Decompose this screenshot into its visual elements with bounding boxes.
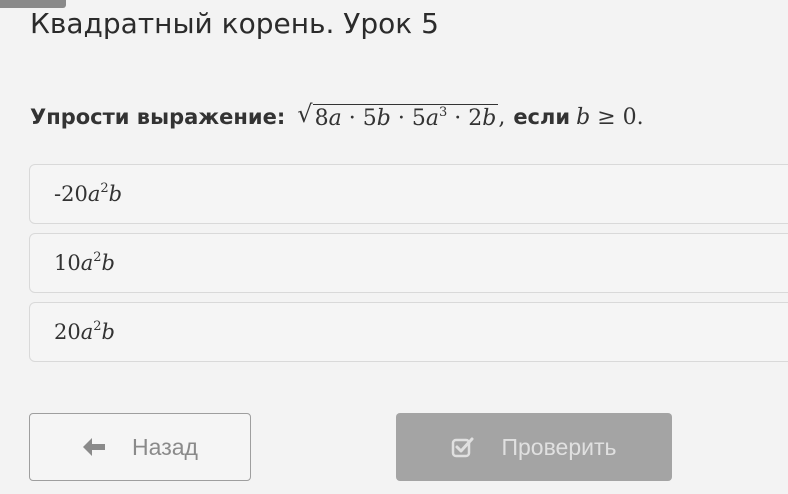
square-root-expression: √ 8a · 5b · 5a3 · 2b	[297, 100, 499, 131]
condition-expression: b ≥ 0.	[576, 105, 644, 130]
answer-option-label: -20a2b	[54, 182, 122, 206]
option-var-b: b	[101, 320, 115, 344]
answer-option-2[interactable]: 10a2b	[29, 233, 788, 293]
answer-option-label: 20a2b	[54, 320, 115, 344]
radicand-term-1-coef: 8	[314, 106, 329, 131]
option-coef: 10	[54, 251, 81, 275]
radicand-term-1-var: a	[328, 106, 342, 131]
lesson-title: Квадратный корень. Урок 5	[30, 7, 439, 40]
back-button[interactable]: Назад	[29, 413, 251, 481]
question-comma: ,	[498, 105, 506, 130]
condition-value: 0.	[622, 105, 644, 130]
option-var-b: b	[101, 251, 115, 275]
radicand-dot: ·	[454, 106, 462, 131]
condition-var: b	[576, 105, 591, 130]
condition-operator: ≥	[597, 105, 616, 130]
option-var-a: a	[80, 251, 94, 275]
radicand-term-3-coef: 5	[411, 106, 426, 131]
radicand-term-2-var: b	[376, 106, 391, 131]
check-button-label: Проверить	[501, 433, 617, 460]
option-exponent: 2	[93, 319, 102, 334]
option-exponent: 2	[100, 181, 109, 196]
option-coef: 20	[61, 182, 88, 206]
option-coef: 20	[54, 320, 81, 344]
check-button[interactable]: Проверить	[396, 413, 672, 481]
answer-option-3[interactable]: 20a2b	[29, 302, 788, 362]
option-var-a: a	[87, 182, 101, 206]
option-var-a: a	[80, 320, 94, 344]
question-label: Упрости выражение:	[30, 105, 286, 129]
radicand-term-3-exponent: 3	[438, 105, 448, 120]
radicand-term-4-coef: 2	[468, 106, 483, 131]
answer-option-label: 10a2b	[54, 251, 115, 275]
radicand-dot: ·	[397, 106, 405, 131]
radicand: 8a · 5b · 5a3 · 2b	[312, 104, 499, 131]
back-button-label: Назад	[132, 433, 198, 460]
arrow-left-icon	[82, 437, 106, 457]
question-text: Упрости выражение: √ 8a · 5b · 5a3 · 2b …	[30, 100, 644, 131]
answer-option-1[interactable]: -20a2b	[29, 164, 788, 224]
option-var-b: b	[108, 182, 123, 206]
radicand-term-3-var: a	[425, 106, 439, 131]
radicand-term-4-var: b	[482, 106, 497, 131]
radicand-term-2-coef: 5	[362, 106, 377, 131]
condition-word: если	[513, 105, 571, 129]
checkbox-checked-icon	[451, 436, 475, 458]
option-exponent: 2	[93, 250, 102, 265]
radical-sign-icon: √	[297, 100, 313, 128]
radicand-dot: ·	[348, 106, 356, 131]
